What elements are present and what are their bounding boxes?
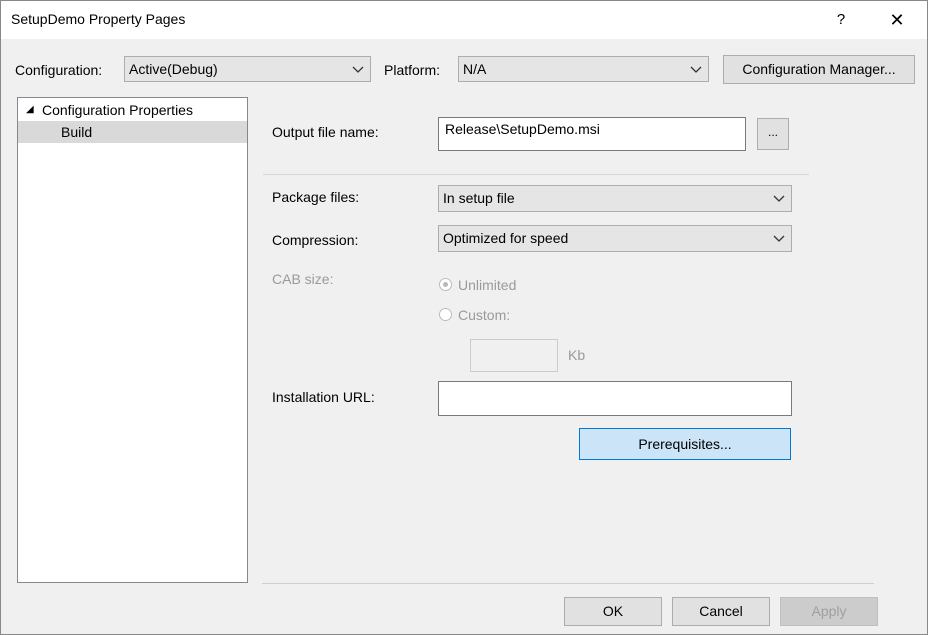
help-button[interactable]: ? [827, 7, 855, 33]
compression-combo[interactable]: Optimized for speed [438, 225, 792, 252]
footer-separator [262, 583, 874, 584]
apply-button[interactable]: Apply [780, 597, 878, 626]
package-files-combo[interactable]: In setup file [438, 185, 792, 212]
cancel-button[interactable]: Cancel [672, 597, 770, 626]
chevron-down-icon [352, 66, 364, 73]
configuration-combo[interactable]: Active(Debug) [124, 56, 371, 82]
installation-url-input[interactable] [438, 381, 792, 416]
package-files-label: Package files: [272, 189, 360, 205]
platform-label: Platform: [384, 62, 441, 78]
configuration-value: Active(Debug) [129, 61, 218, 77]
output-file-label: Output file name: [272, 124, 379, 140]
chevron-down-icon [690, 66, 702, 73]
unlimited-radio[interactable] [439, 278, 452, 291]
title-bar: SetupDemo Property Pages ? ✕ [1, 1, 927, 39]
chevron-down-icon [773, 235, 785, 242]
cab-size-label: CAB size: [272, 271, 334, 287]
installation-url-label: Installation URL: [272, 389, 375, 405]
prerequisites-button[interactable]: Prerequisites... [579, 428, 791, 460]
dialog-title: SetupDemo Property Pages [11, 11, 186, 27]
compression-label: Compression: [272, 232, 359, 248]
ok-button[interactable]: OK [564, 597, 662, 626]
separator [263, 174, 809, 175]
configuration-label: Configuration: [15, 62, 103, 78]
custom-radio[interactable] [439, 308, 452, 321]
custom-size-input[interactable] [470, 339, 558, 372]
close-icon[interactable]: ✕ [883, 7, 911, 33]
expander-icon[interactable]: ◢ [26, 99, 34, 121]
compression-value: Optimized for speed [443, 230, 569, 246]
property-tree: ◢ Configuration Properties Build [17, 97, 248, 583]
property-pages-dialog: SetupDemo Property Pages ? ✕ Configurati… [0, 0, 928, 635]
platform-combo[interactable]: N/A [458, 56, 709, 82]
unlimited-label: Unlimited [458, 277, 517, 293]
custom-label: Custom: [458, 307, 511, 323]
configuration-manager-button[interactable]: Configuration Manager... [723, 55, 915, 84]
output-file-input[interactable]: Release\SetupDemo.msi [438, 117, 746, 151]
kb-label: Kb [568, 347, 586, 363]
browse-button[interactable]: ... [757, 118, 789, 150]
chevron-down-icon [773, 195, 785, 202]
tree-item-configuration-properties[interactable]: ◢ Configuration Properties [18, 99, 247, 121]
tree-item-label: Build [61, 124, 93, 140]
tree-item-build[interactable]: Build [18, 121, 247, 143]
platform-value: N/A [463, 61, 487, 77]
package-files-value: In setup file [443, 190, 515, 206]
tree-item-label: Configuration Properties [42, 102, 193, 118]
radio-selected-dot [443, 282, 448, 287]
